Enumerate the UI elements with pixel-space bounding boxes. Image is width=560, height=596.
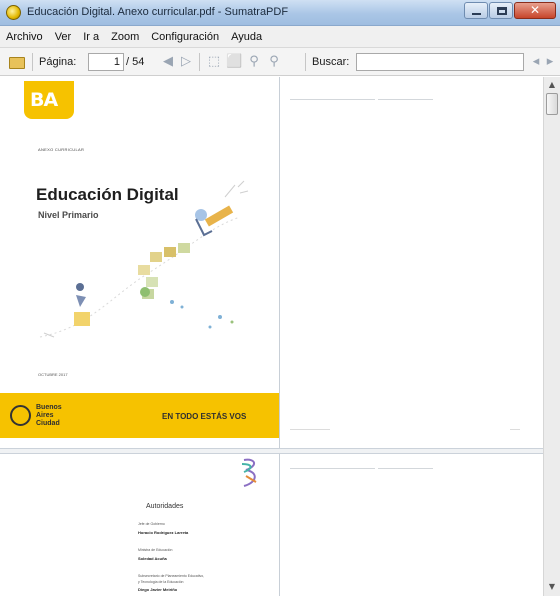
authority-name: Diego Javier Meiriño xyxy=(138,587,178,592)
minimize-icon xyxy=(472,13,481,15)
toolbar: Página: 1 / 54 ◀ ▷ ⬚ ⬜ ⚲ ⚲ Buscar: ◂ ▸ xyxy=(0,48,560,76)
menu-zoom[interactable]: Zoom xyxy=(111,31,139,43)
maximize-button[interactable] xyxy=(489,2,513,19)
window-controls: ✕ xyxy=(463,2,556,19)
cover-footer-band: Buenos Aires Ciudad EN TODO ESTÁS VOS xyxy=(0,393,279,438)
window-title: Educación Digital. Anexo curricular.pdf … xyxy=(27,6,289,18)
window-title-bar[interactable]: Educación Digital. Anexo curricular.pdf … xyxy=(0,0,560,26)
header-rule xyxy=(290,99,375,100)
vertical-scrollbar[interactable]: ▲ ▼ xyxy=(543,77,560,596)
header-rule xyxy=(378,99,433,100)
toolbar-separator xyxy=(305,53,306,71)
page-1-cover: BA ANEXO CURRICULAR Educación Digital Ni… xyxy=(0,77,279,448)
scroll-up-icon[interactable]: ▲ xyxy=(547,80,557,90)
city-line: Buenos xyxy=(36,404,62,411)
toolbar-separator xyxy=(199,53,200,71)
city-line: Ciudad xyxy=(36,420,60,427)
document-date: OCTUBRE 2017 xyxy=(38,372,68,377)
page-total: / 54 xyxy=(126,56,145,68)
page-number-input[interactable]: 1 xyxy=(88,53,124,71)
authority-name: Soledad Acuña xyxy=(138,556,167,561)
header-rule xyxy=(378,468,433,469)
menu-ver[interactable]: Ver xyxy=(55,31,72,43)
search-input[interactable] xyxy=(356,53,524,71)
menu-bar: Archivo Ver Ir a Zoom Configuración Ayud… xyxy=(0,26,560,48)
page-4-blank xyxy=(280,454,543,596)
city-line: Aires xyxy=(36,412,54,419)
ba-logo: BA xyxy=(24,81,74,119)
authority-role: Ministra de Educación xyxy=(138,548,173,552)
page-label: Página: xyxy=(39,56,77,68)
document-kicker: ANEXO CURRICULAR xyxy=(38,147,85,152)
fit-page-icon[interactable]: ⬚ xyxy=(206,54,222,70)
authority-name: Horacio Rodríguez Larreta xyxy=(138,530,189,535)
minimize-button[interactable] xyxy=(464,2,488,19)
sumatrapdf-app-icon xyxy=(6,5,21,20)
colorful-ribbon-logo xyxy=(241,458,257,487)
cover-illustration xyxy=(39,180,249,338)
scrollbar-thumb[interactable] xyxy=(546,93,558,115)
authority-role: Subsecretario de Planeamiento Educativo, xyxy=(138,574,205,578)
previous-page-icon[interactable]: ◀ xyxy=(160,54,176,70)
zoom-out-icon[interactable]: ⚲ xyxy=(246,54,262,70)
menu-ir-a[interactable]: Ir a xyxy=(83,31,99,43)
slogan: EN TODO ESTÁS VOS xyxy=(162,412,247,421)
find-next-icon[interactable]: ▸ xyxy=(542,54,558,70)
scroll-down-icon[interactable]: ▼ xyxy=(547,582,557,592)
search-label: Buscar: xyxy=(312,56,350,68)
document-canvas[interactable]: BA ANEXO CURRICULAR Educación Digital Ni… xyxy=(0,77,543,596)
next-page-icon[interactable]: ▷ xyxy=(178,54,194,70)
menu-configuracion[interactable]: Configuración xyxy=(151,31,219,43)
ba-logo-text: BA xyxy=(30,89,58,111)
toolbar-separator xyxy=(32,53,33,71)
ba-city-wordmark: Buenos Aires Ciudad xyxy=(36,404,62,428)
menu-ayuda[interactable]: Ayuda xyxy=(231,31,262,43)
authorities-title: Autoridades xyxy=(146,503,184,510)
authority-role: Jefe de Gobierno xyxy=(138,522,165,526)
close-icon: ✕ xyxy=(530,3,541,17)
fit-width-icon[interactable]: ⬜ xyxy=(226,54,242,70)
open-file-icon[interactable] xyxy=(8,54,26,70)
footer-mark xyxy=(290,429,330,430)
maximize-icon xyxy=(497,7,507,15)
menu-archivo[interactable]: Archivo xyxy=(6,31,43,43)
page-2-blank xyxy=(280,77,543,448)
zoom-in-icon[interactable]: ⚲ xyxy=(266,54,282,70)
authority-role: y Tecnología de la Educación xyxy=(138,580,184,584)
header-rule xyxy=(290,468,375,469)
ba-seal-icon xyxy=(10,405,31,426)
close-button[interactable]: ✕ xyxy=(514,2,556,19)
page-number-mark xyxy=(510,429,520,430)
